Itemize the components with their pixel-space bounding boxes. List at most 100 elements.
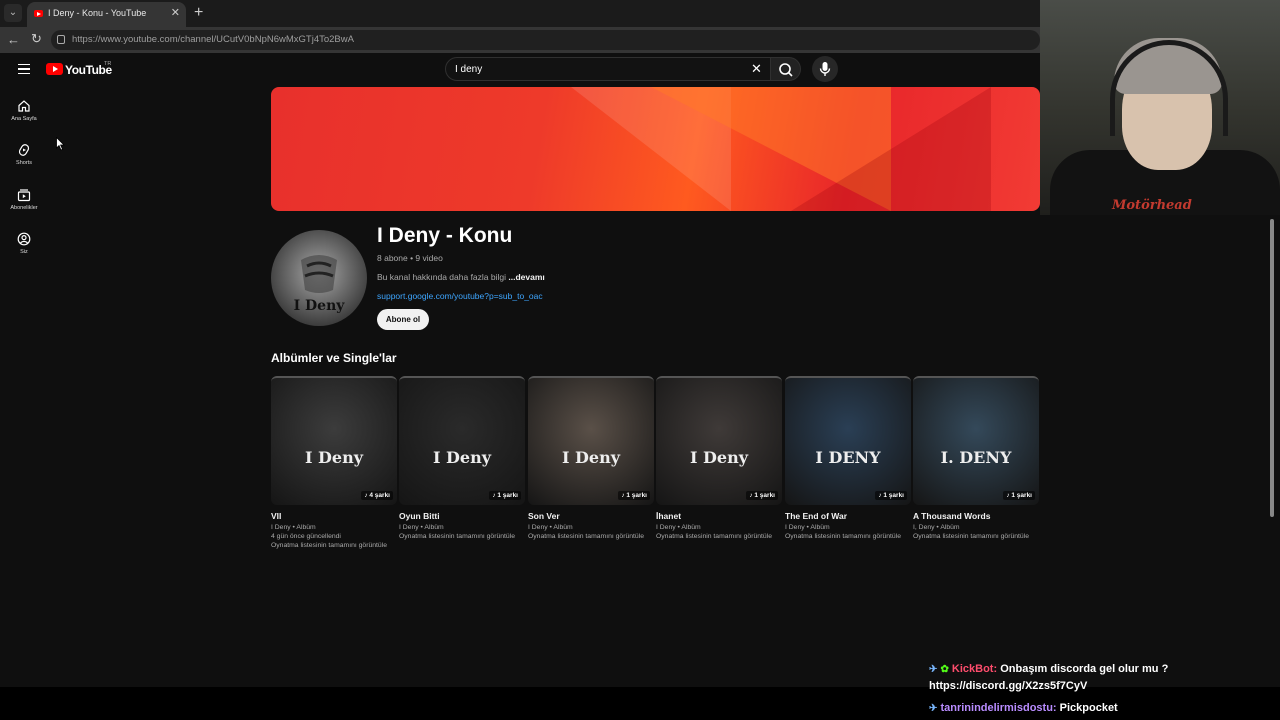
album-extra-line[interactable]: Oynatma listesinin tamamını görüntüle xyxy=(656,533,782,540)
hamburger-menu-icon[interactable] xyxy=(18,64,30,74)
album-extra-line[interactable]: Oynatma listesinin tamamını görüntüle xyxy=(399,533,525,540)
read-more-link[interactable]: ...devamı xyxy=(508,272,544,282)
search-input[interactable] xyxy=(455,64,735,75)
avatar-logo-text: I Deny xyxy=(293,298,345,314)
album-title[interactable]: Oyun Bitti xyxy=(399,511,525,521)
album-art-text: I Deny xyxy=(561,448,621,467)
track-count-badge: ♪ 1 şarkı xyxy=(875,491,907,500)
channel-description[interactable]: Bu kanal hakkında daha fazla bilgi ...de… xyxy=(377,272,545,282)
shirt-print: Motörhead xyxy=(1112,198,1192,213)
album-title[interactable]: Son Ver xyxy=(528,511,654,521)
guide-label-home: Ana Sayfa xyxy=(11,116,37,122)
album-subtitle: I Deny • Albüm xyxy=(271,524,316,531)
region-code: TR xyxy=(104,61,112,67)
track-count-badge: ♪ 1 şarkı xyxy=(746,491,778,500)
pin-icon: ✈ xyxy=(929,664,938,675)
chat-overlay: ✈ ✿ KickBot: Onbaşım discorda gel olur m… xyxy=(929,661,1259,717)
album-thumbnail[interactable]: I Deny ♪ 1 şarkı xyxy=(656,376,782,505)
chat-message: ✈ ✿ KickBot: Onbaşım discorda gel olur m… xyxy=(929,661,1259,694)
album-subtitle: I, Deny • Albüm xyxy=(913,524,960,531)
browser-tab[interactable]: I Deny - Konu - YouTube ✕ xyxy=(27,2,186,27)
album-card[interactable]: I Deny ♪ 4 şarkı VII I Deny • Albüm 4 gün ön… xyxy=(271,376,397,549)
home-icon xyxy=(18,100,30,112)
track-count-badge: ♪ 1 şarkı xyxy=(618,491,650,500)
album-thumbnail[interactable]: I. DENY ♪ 1 şarkı xyxy=(913,376,1039,505)
album-card[interactable]: I DENY ♪ 1 şarkı The End of War I Deny • Al… xyxy=(785,376,911,540)
tab-title: I Deny - Konu - YouTube xyxy=(48,8,147,18)
tab-close-icon[interactable]: ✕ xyxy=(171,7,180,19)
url-field[interactable]: https://www.youtube.com/channel/UCutV0bN… xyxy=(51,30,1040,50)
chat-username: tanrinindelirmisdostu: xyxy=(940,702,1057,714)
album-card[interactable]: I Deny ♪ 1 şarkı Son Ver I Deny • Albüm Oyna… xyxy=(528,376,654,540)
album-subtitle: I Deny • Albüm xyxy=(399,524,444,531)
url-text: https://www.youtube.com/channel/UCutV0bN… xyxy=(72,34,354,45)
clear-search-icon[interactable]: ✕ xyxy=(751,62,762,76)
section-title-albums[interactable]: Albümler ve Single'lar xyxy=(271,351,397,365)
guide-item-shorts[interactable]: Shorts xyxy=(0,143,48,166)
page-scrollbar[interactable] xyxy=(1268,215,1276,685)
new-tab-button[interactable]: + xyxy=(194,4,203,22)
album-card[interactable]: I Deny ♪ 1 şarkı Oyun Bitti I Deny • Albüm O… xyxy=(399,376,525,540)
channel-name: I Deny - Konu xyxy=(377,224,513,247)
channel-description-text: Bu kanal hakkında daha fazla bilgi xyxy=(377,272,507,282)
you-icon xyxy=(17,232,31,246)
microphone-icon xyxy=(819,62,831,76)
guide-label-subscriptions: Abonelikler xyxy=(10,205,38,211)
view-full-playlist-link[interactable]: Oynatma listesinin tamamını görüntüle xyxy=(271,542,397,549)
chat-text: Pickpocket xyxy=(1059,702,1118,714)
album-title[interactable]: The End of War xyxy=(785,511,911,521)
mouse-cursor-icon xyxy=(56,137,65,151)
guide-item-subscriptions[interactable]: Abonelikler xyxy=(0,188,48,211)
search-button[interactable] xyxy=(771,57,801,81)
guide-item-you[interactable]: Siz xyxy=(0,232,48,255)
album-art-text: I. DENY xyxy=(940,448,1012,467)
album-art-text: I DENY xyxy=(815,448,881,467)
scrollbar-thumb[interactable] xyxy=(1270,219,1274,517)
shorts-icon xyxy=(18,144,30,156)
album-extra-line[interactable]: Oynatma listesinin tamamını görüntüle xyxy=(528,533,654,540)
album-thumbnail[interactable]: I Deny ♪ 1 şarkı xyxy=(528,376,654,505)
guide-label-you: Siz xyxy=(20,249,28,255)
chat-message: ✈ tanrinindelirmisdostu: Pickpocket xyxy=(929,700,1259,717)
search-icon xyxy=(779,63,793,77)
youtube-favicon-icon xyxy=(34,10,43,17)
site-info-icon[interactable] xyxy=(57,35,65,44)
album-art-text: I Deny xyxy=(304,448,364,467)
guide-label-shorts: Shorts xyxy=(16,160,32,166)
album-extra-line[interactable]: 4 gün önce güncellendi xyxy=(271,533,397,540)
subscribe-button[interactable]: Abone ol xyxy=(377,309,429,330)
back-arrow-icon[interactable]: ← xyxy=(7,32,20,47)
reload-icon[interactable]: ↻ xyxy=(31,31,42,47)
album-thumbnail[interactable]: I Deny ♪ 1 şarkı xyxy=(399,376,525,505)
bot-badge-icon: ✿ xyxy=(940,664,949,675)
pin-icon: ✈ xyxy=(929,703,938,714)
album-title[interactable]: İhanet xyxy=(656,511,782,521)
track-count-badge: ♪ 4 şarkı xyxy=(361,491,393,500)
youtube-logo-icon[interactable] xyxy=(46,63,63,75)
track-count-badge: ♪ 1 şarkı xyxy=(1003,491,1035,500)
address-bar: ← ↻ https://www.youtube.com/channel/UCut… xyxy=(0,27,1040,53)
album-art-text: I Deny xyxy=(689,448,749,467)
channel-avatar[interactable]: I Deny xyxy=(271,230,367,326)
album-card[interactable]: I Deny ♪ 1 şarkı İhanet I Deny • Albüm Oynat… xyxy=(656,376,782,540)
webcam-overlay: Motörhead xyxy=(1040,0,1280,215)
chat-username: KickBot: xyxy=(951,663,998,675)
track-count-badge: ♪ 1 şarkı xyxy=(489,491,521,500)
album-title[interactable]: A Thousand Words xyxy=(913,511,1039,521)
guide-item-home[interactable]: Ana Sayfa xyxy=(0,99,48,122)
album-thumbnail[interactable]: I Deny ♪ 4 şarkı xyxy=(271,376,397,505)
tab-list-chevron-icon[interactable]: ⌄ xyxy=(4,4,22,22)
album-thumbnail[interactable]: I DENY ♪ 1 şarkı xyxy=(785,376,911,505)
channel-banner xyxy=(271,87,1040,211)
album-art-text: I Deny xyxy=(432,448,492,467)
browser-tab-bar: ⌄ I Deny - Konu - YouTube ✕ + xyxy=(0,0,1040,27)
channel-external-link[interactable]: support.google.com/youtube?p=sub_to_oac xyxy=(377,291,543,301)
voice-search-button[interactable] xyxy=(812,56,838,82)
album-subtitle: I Deny • Albüm xyxy=(528,524,573,531)
search-box: ✕ xyxy=(445,57,771,81)
album-extra-line[interactable]: Oynatma listesinin tamamını görüntüle xyxy=(913,533,1039,540)
album-card[interactable]: I. DENY ♪ 1 şarkı A Thousand Words I, Deny … xyxy=(913,376,1039,540)
album-extra-line[interactable]: Oynatma listesinin tamamını görüntüle xyxy=(785,533,911,540)
album-subtitle: I Deny • Albüm xyxy=(656,524,701,531)
album-title[interactable]: VII xyxy=(271,511,397,521)
